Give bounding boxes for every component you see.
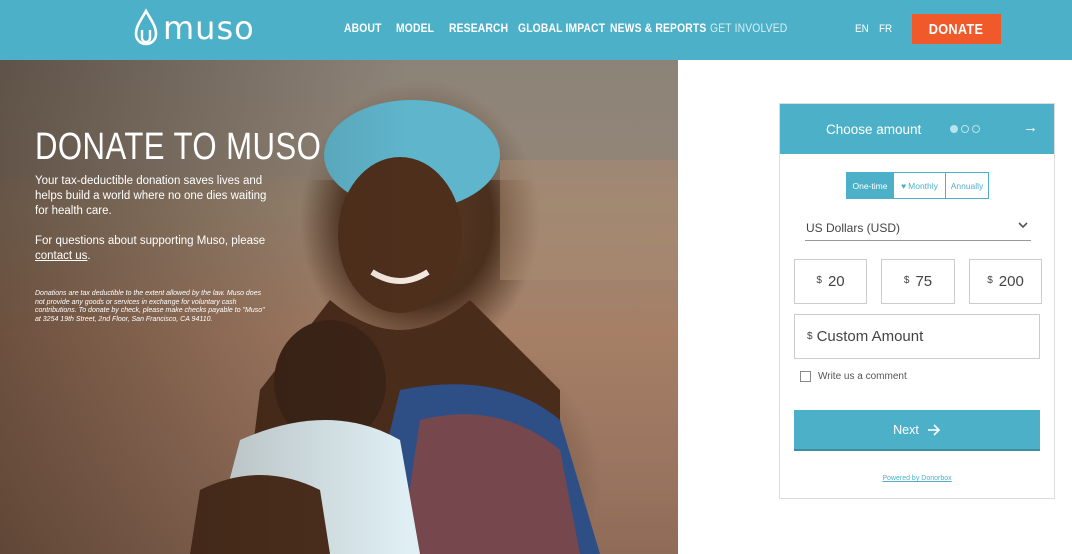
hero-title: DONATE TO MUSO <box>35 126 322 168</box>
frequency-one-time[interactable]: One-time <box>847 173 893 198</box>
frequency-monthly-label: Monthly <box>908 180 938 191</box>
lang-en[interactable]: EN <box>855 23 869 35</box>
nav-research[interactable]: RESEARCH <box>449 21 508 35</box>
next-label: Next <box>893 422 919 437</box>
site-header: muso ABOUT MODEL RESEARCH GLOBAL IMPACT … <box>0 0 1072 60</box>
comment-option: Write us a comment <box>800 371 907 382</box>
amount-value: 200 <box>998 273 1024 290</box>
nav-about[interactable]: ABOUT <box>344 21 382 35</box>
widget-header: Choose amount → <box>780 104 1054 154</box>
hero-image: DONATE TO MUSO Your tax-deductible donat… <box>0 60 678 554</box>
step-dot-2 <box>961 125 969 133</box>
hero-lead: Your tax-deductible donation saves lives… <box>35 175 267 217</box>
arrow-right-icon[interactable]: → <box>1023 119 1038 136</box>
amount-options: $20 $75 $200 <box>794 259 1042 304</box>
nav-news-reports[interactable]: NEWS & REPORTS <box>610 21 706 35</box>
powered-by-link[interactable]: Powered by Donorbox <box>780 475 1054 482</box>
header-donate-button[interactable]: DONATE <box>912 14 1001 44</box>
custom-amount-input[interactable]: $ Custom Amount <box>794 314 1040 359</box>
lang-fr[interactable]: FR <box>879 23 892 35</box>
muso-logo[interactable]: muso <box>133 8 255 48</box>
muso-drop-icon <box>134 8 158 46</box>
step-dot-3 <box>972 125 980 133</box>
amount-option-75[interactable]: $75 <box>881 259 955 304</box>
widget-title: Choose amount <box>826 122 922 137</box>
currency-symbol: $ <box>987 275 993 286</box>
currency-symbol: $ <box>816 275 822 286</box>
currency-value: US Dollars (USD) <box>806 221 901 235</box>
nav-model[interactable]: MODEL <box>396 21 434 35</box>
contact-us-link[interactable]: contact us <box>35 250 87 262</box>
currency-symbol: $ <box>903 275 910 286</box>
nav-global-impact[interactable]: GLOBAL IMPACT <box>518 21 605 35</box>
currency-select[interactable]: US Dollars (USD) <box>805 217 1031 241</box>
question-text: For questions about supporting Muso, ple… <box>35 235 266 247</box>
amount-option-20[interactable]: $20 <box>794 259 867 304</box>
frequency-monthly[interactable]: ♥ Monthly <box>893 173 945 198</box>
step-dot-1 <box>950 125 958 133</box>
comment-checkbox[interactable] <box>800 371 811 382</box>
header-donate-label: DONATE <box>929 20 984 38</box>
donation-widget: Choose amount → One-time ♥ Monthly Annual… <box>779 103 1055 499</box>
tax-disclaimer: Donations are tax deductible to the exte… <box>35 290 265 323</box>
frequency-toggle: One-time ♥ Monthly Annually <box>846 172 989 199</box>
page: muso ABOUT MODEL RESEARCH GLOBAL IMPACT … <box>0 0 1072 554</box>
step-indicator <box>950 125 980 133</box>
next-button[interactable]: Next <box>794 410 1040 451</box>
heart-icon: ♥ <box>901 180 907 191</box>
arrow-right-icon <box>927 423 940 436</box>
frequency-annually[interactable]: Annually <box>945 173 988 198</box>
question-end: . <box>87 250 91 262</box>
comment-label: Write us a comment <box>818 371 907 382</box>
hero-question: For questions about supporting Muso, ple… <box>35 234 275 264</box>
custom-amount-placeholder: Custom Amount <box>816 328 924 345</box>
amount-value: 75 <box>915 273 933 290</box>
amount-option-200[interactable]: $200 <box>969 259 1042 304</box>
logo-text: muso <box>163 9 255 47</box>
currency-symbol: $ <box>807 331 813 342</box>
nav-get-involved[interactable]: GET INVOLVED <box>710 21 787 35</box>
chevron-down-icon <box>1018 222 1028 229</box>
amount-value: 20 <box>827 273 845 290</box>
